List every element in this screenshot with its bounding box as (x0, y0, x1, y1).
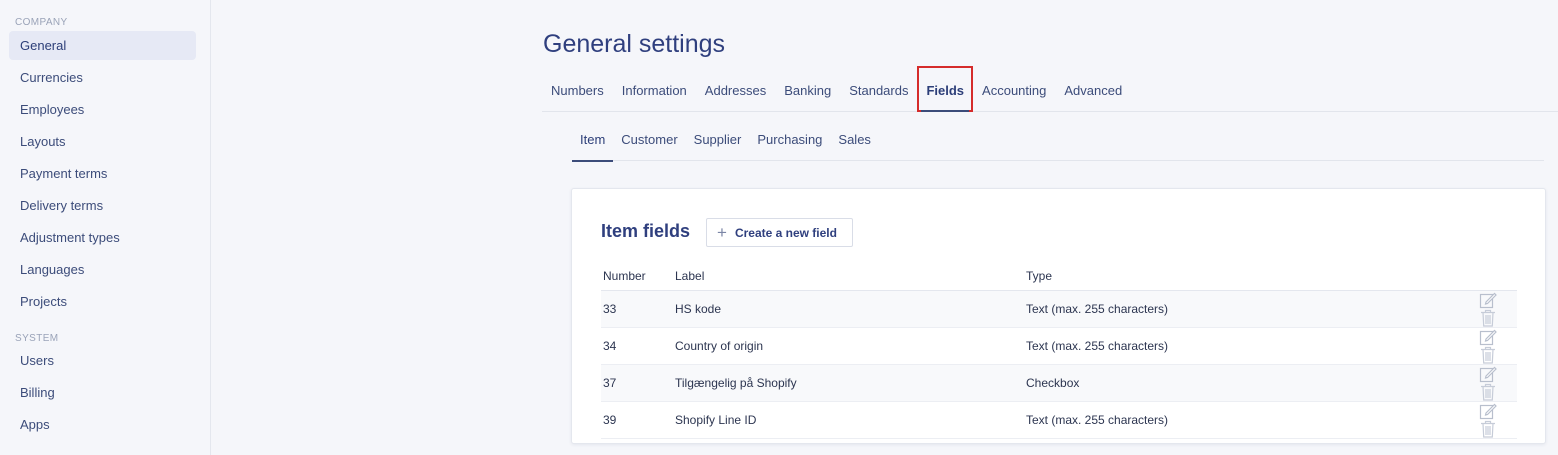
subtab-customer[interactable]: Customer (613, 118, 685, 161)
create-field-label: Create a new field (734, 225, 837, 240)
subtab-sales[interactable]: Sales (830, 118, 879, 161)
table-header-row: Number Label Type (601, 262, 1517, 291)
sidebar-item-billing[interactable]: Billing (9, 378, 196, 407)
sidebar-item-projects[interactable]: Projects (9, 287, 196, 316)
cell-number: 34 (601, 327, 673, 365)
sidebar-item-users[interactable]: Users (9, 346, 196, 375)
tab-information[interactable]: Information (613, 66, 696, 112)
table-row: 33 HS kode Text (max. 255 characters) (601, 290, 1517, 328)
sidebar-item-payment-terms[interactable]: Payment terms (9, 159, 196, 188)
cell-number: 33 (601, 290, 673, 328)
cell-type: Text (max. 255 characters) (1024, 290, 1436, 328)
tab-addresses[interactable]: Addresses (696, 66, 775, 112)
trash-icon[interactable] (1479, 346, 1497, 364)
subtab-supplier[interactable]: Supplier (686, 118, 750, 161)
cell-actions (1436, 401, 1517, 439)
sidebar-section-system: SYSTEM (15, 333, 59, 344)
cell-number: 37 (601, 364, 673, 402)
sidebar-item-layouts[interactable]: Layouts (9, 127, 196, 156)
cell-label: Country of origin (673, 327, 1024, 365)
sidebar-section-company: COMPANY (15, 17, 68, 28)
sidebar-item-languages[interactable]: Languages (9, 255, 196, 284)
tab-accounting[interactable]: Accounting (973, 66, 1055, 112)
settings-tabs: Numbers Information Addresses Banking St… (542, 65, 1558, 112)
sidebar-item-delivery-terms[interactable]: Delivery terms (9, 191, 196, 220)
fields-subtabs: Item Customer Supplier Purchasing Sales (572, 118, 1544, 162)
tab-banking[interactable]: Banking (775, 66, 840, 112)
cell-type: Checkbox (1024, 364, 1436, 402)
sidebar-item-apps[interactable]: Apps (9, 410, 196, 439)
cell-label: Tilgængelig på Shopify (673, 364, 1024, 402)
column-header-type: Type (1024, 262, 1436, 291)
subtab-item[interactable]: Item (572, 118, 614, 162)
column-header-label: Label (673, 262, 1024, 291)
trash-icon[interactable] (1479, 383, 1497, 401)
tab-standards[interactable]: Standards (840, 66, 917, 112)
sidebar-item-employees[interactable]: Employees (9, 95, 196, 124)
plus-icon: + (717, 223, 727, 242)
fields-table: Number Label Type 33 HS kode Text (max. … (601, 262, 1517, 439)
edit-icon[interactable] (1479, 328, 1497, 346)
tab-numbers[interactable]: Numbers (542, 66, 613, 112)
cell-label: Shopify Line ID (673, 401, 1024, 439)
cell-actions (1436, 290, 1517, 328)
subtab-purchasing[interactable]: Purchasing (749, 118, 830, 161)
main-content: General settings Numbers Information Add… (211, 0, 1558, 455)
column-header-actions (1436, 262, 1517, 291)
cell-actions (1436, 364, 1517, 402)
table-row: 34 Country of origin Text (max. 255 char… (601, 327, 1517, 365)
table-row: 37 Tilgængelig på Shopify Checkbox (601, 364, 1517, 402)
settings-sidebar: COMPANY General Currencies Employees Lay… (0, 0, 211, 455)
trash-icon[interactable] (1479, 309, 1497, 327)
page-title: General settings (543, 30, 726, 58)
column-header-number: Number (601, 262, 673, 291)
cell-number: 39 (601, 401, 673, 439)
card-title: Item fields (601, 221, 691, 241)
tab-advanced[interactable]: Advanced (1055, 66, 1131, 112)
sidebar-item-general[interactable]: General (9, 31, 196, 60)
table-row: 39 Shopify Line ID Text (max. 255 charac… (601, 401, 1517, 439)
cell-type: Text (max. 255 characters) (1024, 401, 1436, 439)
cell-type: Text (max. 255 characters) (1024, 327, 1436, 365)
cell-label: HS kode (673, 290, 1024, 328)
edit-icon[interactable] (1479, 291, 1497, 309)
tab-fields[interactable]: Fields (917, 65, 974, 112)
item-fields-card: Item fields + Create a new field Number … (571, 188, 1546, 444)
edit-icon[interactable] (1479, 365, 1497, 383)
edit-icon[interactable] (1479, 402, 1497, 420)
trash-icon[interactable] (1479, 420, 1497, 438)
cell-actions (1436, 327, 1517, 365)
create-field-button[interactable]: + Create a new field (706, 218, 853, 247)
sidebar-item-adjustment-types[interactable]: Adjustment types (9, 223, 196, 252)
sidebar-item-currencies[interactable]: Currencies (9, 63, 196, 92)
